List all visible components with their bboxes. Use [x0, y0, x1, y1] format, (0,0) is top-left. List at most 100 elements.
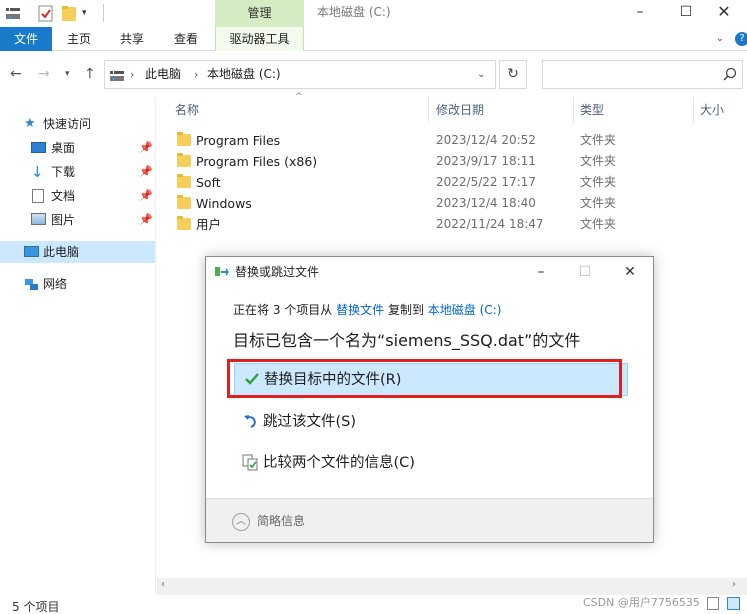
column-header-name[interactable]: 名称 — [175, 97, 199, 123]
properties-icon[interactable] — [38, 5, 54, 22]
compare-files-option[interactable]: 比较两个文件的信息(C) — [234, 447, 628, 480]
window-title: 本地磁盘 (C:) — [317, 5, 391, 19]
title-bar: ▾ 管理 本地磁盘 (C:) – ☐ ✕ — [0, 0, 747, 27]
file-row[interactable]: Soft 2022/5/22 17:17 文件夹 — [157, 172, 747, 193]
download-icon: ↓ — [31, 163, 44, 181]
breadcrumb-sep-icon[interactable]: › — [130, 61, 134, 88]
address-bar[interactable]: › 此电脑 › 本地磁盘 (C:) ⌄ — [104, 60, 496, 89]
recent-locations-icon[interactable]: ▾ — [65, 69, 70, 79]
breadcrumb-sep-icon[interactable]: › — [194, 61, 198, 88]
watermark-text: CSDN @用户7756535 — [583, 596, 700, 609]
refresh-button[interactable]: ↻ — [499, 60, 527, 89]
dialog-footer: ︿ 简略信息 — [206, 498, 653, 542]
destination-link[interactable]: 本地磁盘 (C:) — [428, 303, 502, 317]
file-row[interactable]: Program Files 2023/12/4 20:52 文件夹 — [157, 130, 747, 151]
column-header-modified[interactable]: 修改日期 — [436, 97, 484, 123]
nav-label: 此电脑 — [43, 245, 80, 259]
up-button[interactable]: ↑ — [84, 66, 96, 82]
address-dropdown-icon[interactable]: ⌄ — [477, 61, 485, 88]
replace-or-skip-dialog: 替换或跳过文件 – ☐ ✕ 正在将 3 个项目从 替换文件 复制到 本地磁盘 (… — [205, 256, 654, 543]
file-type: 文件夹 — [580, 133, 617, 147]
nav-quick-access[interactable]: ★ 快速访问 — [0, 113, 155, 135]
scroll-right-icon[interactable]: › — [732, 579, 736, 590]
column-divider[interactable] — [693, 97, 694, 123]
tab-share[interactable]: 共享 — [110, 27, 154, 51]
dialog-main-instruction: 目标已包含一个名为“siemens_SSQ.dat”的文件 — [233, 331, 581, 350]
collapse-details-icon[interactable]: ︿ — [232, 513, 250, 531]
search-input[interactable] — [542, 60, 743, 89]
folder-icon — [177, 216, 191, 230]
dialog-progress-text: 正在将 3 个项目从 替换文件 复制到 本地磁盘 (C:) — [233, 301, 501, 318]
folder-icon — [177, 132, 191, 146]
network-icon — [24, 277, 39, 291]
dialog-title-bar: 替换或跳过文件 – ☐ ✕ — [206, 257, 653, 287]
horizontal-scrollbar[interactable]: ‹ › — [157, 578, 747, 595]
app-icon[interactable] — [6, 5, 20, 21]
file-date: 2023/12/4 18:40 — [436, 196, 536, 210]
desktop-icon — [31, 142, 46, 153]
pin-icon[interactable]: 📌 — [139, 185, 153, 207]
nav-downloads[interactable]: ↓ 下载 📌 — [0, 161, 155, 183]
large-icons-view-icon[interactable] — [727, 597, 740, 610]
column-divider[interactable] — [428, 97, 429, 123]
help-icon[interactable]: ? — [735, 32, 747, 46]
dialog-close-button[interactable]: ✕ — [607, 257, 653, 287]
customize-toolbar-icon[interactable]: ▾ — [82, 5, 92, 21]
column-divider[interactable] — [573, 97, 574, 123]
back-button[interactable]: ← — [10, 66, 22, 82]
file-name: Soft — [196, 175, 221, 190]
document-icon — [32, 189, 44, 203]
pin-icon[interactable]: 📌 — [139, 161, 153, 183]
drive-icon — [110, 68, 124, 85]
file-type: 文件夹 — [580, 175, 617, 189]
nav-desktop[interactable]: 桌面 📌 — [0, 137, 155, 159]
fewer-details-link[interactable]: 简略信息 — [257, 499, 305, 543]
picture-icon — [31, 213, 46, 225]
skip-arrow-icon — [242, 412, 260, 430]
nav-pictures[interactable]: 图片 📌 — [0, 209, 155, 231]
pane-divider[interactable] — [155, 97, 156, 595]
progress-prefix: 正在将 3 个项目从 — [233, 303, 333, 317]
pin-icon[interactable]: 📌 — [139, 209, 153, 231]
compare-option-label: 比较两个文件的信息(C) — [263, 455, 415, 471]
copy-icon — [215, 266, 229, 281]
new-folder-icon[interactable] — [62, 5, 76, 21]
file-name: 用户 — [196, 217, 222, 232]
column-header-type[interactable]: 类型 — [580, 97, 604, 123]
toolbar-divider — [103, 4, 104, 22]
folder-icon — [177, 153, 191, 167]
pin-icon[interactable]: 📌 — [139, 137, 153, 159]
breadcrumb-local-disk[interactable]: 本地磁盘 (C:) — [207, 61, 281, 88]
nav-label: 下载 — [51, 165, 76, 179]
details-view-icon[interactable] — [707, 597, 719, 610]
dialog-minimize-button[interactable]: – — [518, 257, 564, 287]
skip-option-label: 跳过该文件(S) — [263, 414, 357, 430]
dialog-maximize-button[interactable]: ☐ — [562, 257, 608, 287]
context-tab-group-label: 管理 — [215, 0, 304, 27]
folder-icon — [177, 174, 191, 188]
file-row[interactable]: Windows 2023/12/4 18:40 文件夹 — [157, 193, 747, 214]
nav-network[interactable]: 网络 — [0, 273, 155, 295]
nav-documents[interactable]: 文档 📌 — [0, 185, 155, 207]
skip-file-option[interactable]: 跳过该文件(S) — [234, 406, 628, 439]
breadcrumb-this-pc[interactable]: 此电脑 — [145, 61, 181, 88]
scroll-left-icon[interactable]: ‹ — [161, 579, 165, 590]
ribbon-expand-icon[interactable]: ⌄ — [712, 27, 728, 51]
file-date: 2023/12/4 20:52 — [436, 133, 536, 147]
column-header-size[interactable]: 大小 — [700, 97, 724, 123]
file-row[interactable]: Program Files (x86) 2023/9/17 18:11 文件夹 — [157, 151, 747, 172]
minimize-button[interactable]: – — [617, 0, 663, 25]
file-date: 2022/5/22 17:17 — [436, 175, 536, 189]
nav-this-pc[interactable]: 此电脑 — [0, 241, 155, 263]
tab-home[interactable]: 主页 — [58, 27, 100, 51]
source-link[interactable]: 替换文件 — [336, 303, 384, 317]
file-row[interactable]: 用户 2022/11/24 18:47 文件夹 — [157, 214, 747, 235]
tab-drive-tools[interactable]: 驱动器工具 — [215, 27, 304, 51]
close-button[interactable]: ✕ — [701, 0, 747, 25]
file-type: 文件夹 — [580, 196, 617, 210]
tab-view[interactable]: 查看 — [163, 27, 209, 51]
red-highlight-box — [227, 359, 622, 398]
tab-file[interactable]: 文件 — [0, 27, 52, 51]
forward-button[interactable]: → — [38, 66, 50, 82]
file-date: 2023/9/17 18:11 — [436, 154, 536, 168]
